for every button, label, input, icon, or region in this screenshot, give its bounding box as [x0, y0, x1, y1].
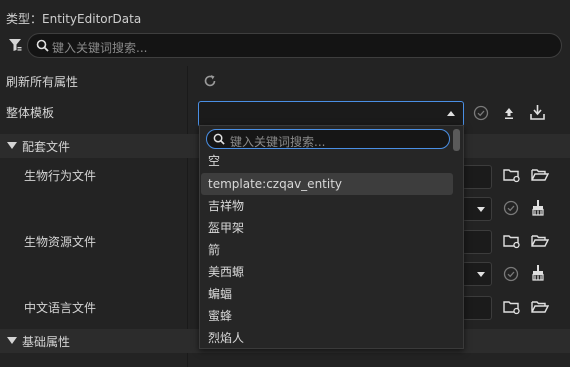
refresh-all-label: 刷新所有属性 — [6, 75, 79, 89]
template-label: 整体模板 — [6, 106, 55, 120]
folder-open-icon[interactable] — [531, 167, 549, 183]
dropdown-option[interactable]: 吉祥物 — [201, 195, 453, 217]
behavior-file-label: 生物行为文件 — [24, 169, 97, 183]
template-combobox[interactable] — [198, 101, 464, 127]
dropdown-option[interactable]: 蝙蝠 — [201, 283, 453, 305]
collapse-triangle-icon — [7, 142, 17, 149]
refresh-icon[interactable] — [203, 74, 217, 88]
filter-icon[interactable] — [8, 38, 22, 52]
dropdown-option[interactable]: 美西螈 — [201, 261, 453, 283]
dropdown-scrollbar[interactable] — [453, 129, 460, 151]
search-input[interactable]: 键入关键词搜索... — [27, 33, 562, 58]
broom-icon[interactable] — [531, 265, 545, 281]
resource-file-select[interactable] — [462, 262, 492, 286]
check-circle-icon[interactable] — [503, 266, 519, 282]
search-placeholder: 键入关键词搜索... — [52, 41, 148, 55]
section-title: 配套文件 — [22, 140, 71, 154]
collapse-triangle-icon — [7, 337, 17, 344]
dropdown-option[interactable]: 盔甲架 — [201, 217, 453, 239]
language-file-label: 中文语言文件 — [24, 301, 97, 315]
template-dropdown-list[interactable]: 键入关键词搜索... 空 template:czqav_entity 吉祥物 盔… — [199, 125, 464, 349]
dropdown-option[interactable]: template:czqav_entity — [201, 173, 453, 195]
dropdown-search-placeholder: 键入关键词搜索... — [230, 135, 326, 149]
search-icon — [213, 133, 225, 145]
language-file-field[interactable] — [462, 296, 492, 320]
dropdown-search-input[interactable]: 键入关键词搜索... — [206, 129, 450, 149]
folder-open-icon[interactable] — [531, 233, 549, 249]
behavior-file-field[interactable] — [462, 165, 492, 189]
caret-down-icon — [477, 272, 485, 277]
check-circle-icon[interactable] — [473, 105, 489, 121]
upload-icon[interactable] — [502, 106, 516, 120]
column-divider — [187, 66, 188, 367]
dropdown-option[interactable]: 蜜蜂 — [201, 305, 453, 327]
caret-down-icon — [477, 207, 485, 212]
check-circle-icon[interactable] — [503, 200, 519, 216]
broom-icon[interactable] — [531, 200, 545, 216]
folder-settings-icon[interactable] — [503, 167, 521, 183]
search-icon — [36, 39, 49, 52]
caret-up-icon — [447, 111, 455, 116]
download-icon[interactable] — [529, 104, 546, 121]
dropdown-option[interactable]: 烈焰人 — [201, 327, 453, 349]
type-label: 类型：EntityEditorData — [6, 12, 142, 26]
folder-open-icon[interactable] — [531, 299, 549, 315]
resource-file-label: 生物资源文件 — [24, 235, 97, 249]
dropdown-option[interactable]: 空 — [201, 150, 453, 172]
resource-file-field[interactable] — [462, 230, 492, 254]
behavior-file-select[interactable] — [462, 197, 492, 221]
folder-settings-icon[interactable] — [503, 299, 521, 315]
folder-settings-icon[interactable] — [503, 233, 521, 249]
section-title: 基础属性 — [22, 335, 71, 349]
dropdown-option[interactable]: 箭 — [201, 239, 453, 261]
